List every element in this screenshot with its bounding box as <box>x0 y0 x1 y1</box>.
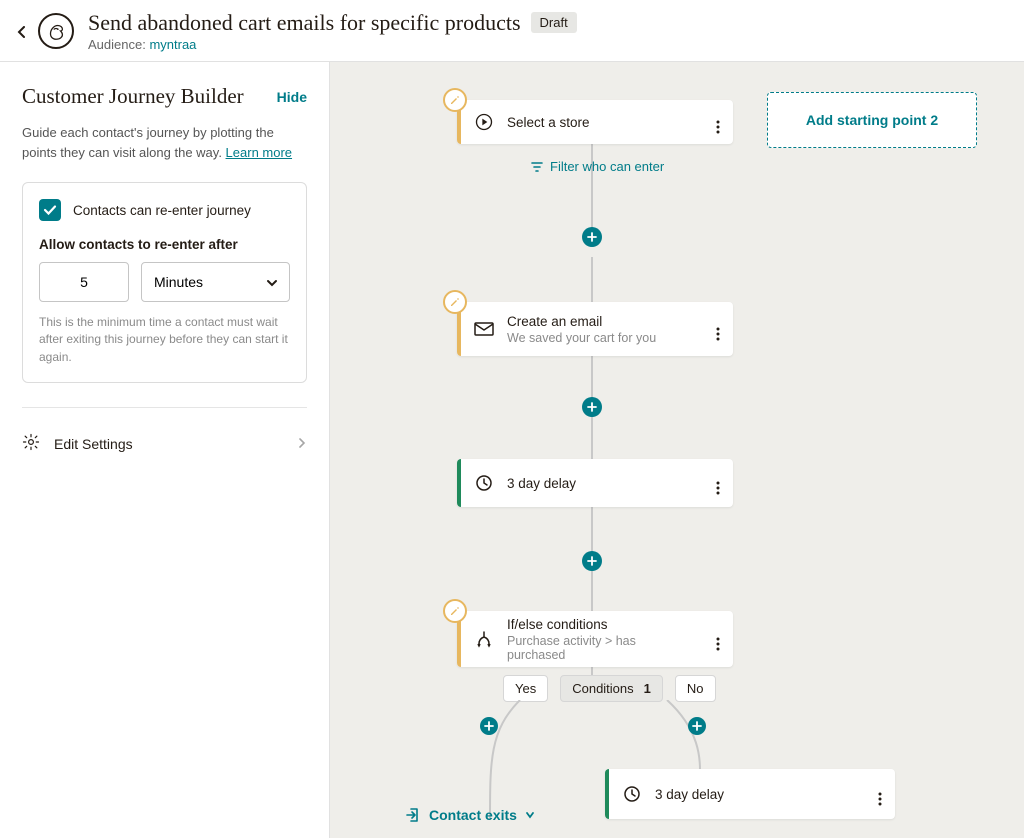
add-step-button[interactable] <box>480 717 498 735</box>
status-badge: Draft <box>531 12 577 33</box>
reenter-helper-text: This is the minimum time a contact must … <box>39 314 290 366</box>
divider <box>22 407 307 408</box>
exit-icon <box>405 807 421 823</box>
card-title: Select a store <box>507 115 695 130</box>
starting-point-card[interactable]: Select a store <box>457 100 733 144</box>
edit-badge-icon[interactable] <box>443 88 467 112</box>
clock-icon <box>609 785 655 803</box>
no-branch-button[interactable]: No <box>675 675 716 702</box>
card-menu-button[interactable] <box>703 317 733 341</box>
add-step-button[interactable] <box>582 551 602 571</box>
audience-label: Audience: <box>88 37 146 52</box>
card-title: Create an email <box>507 314 695 329</box>
card-menu-button[interactable] <box>703 110 733 134</box>
card-title: If/else conditions <box>507 617 695 632</box>
card-subtitle: Purchase activity > has purchased <box>507 634 695 662</box>
yes-branch-button[interactable]: Yes <box>503 675 548 702</box>
edit-settings-label: Edit Settings <box>54 436 133 452</box>
reenter-checkbox-label: Contacts can re-enter journey <box>73 203 251 218</box>
card-subtitle: We saved your cart for you <box>507 331 695 345</box>
split-icon <box>461 630 507 648</box>
add-step-button[interactable] <box>582 397 602 417</box>
ifelse-card[interactable]: If/else conditions Purchase activity > h… <box>457 611 733 667</box>
reenter-settings-box: Contacts can re-enter journey Allow cont… <box>22 182 307 383</box>
hide-sidebar-button[interactable]: Hide <box>277 89 307 105</box>
mailchimp-logo <box>38 13 74 49</box>
sidebar-title: Customer Journey Builder <box>22 84 244 109</box>
edit-badge-icon[interactable] <box>443 599 467 623</box>
sidebar: Customer Journey Builder Hide Guide each… <box>0 62 330 838</box>
filter-who-can-enter-link[interactable]: Filter who can enter <box>530 159 664 174</box>
audience-link[interactable]: myntraa <box>149 37 196 52</box>
edit-settings-row[interactable]: Edit Settings <box>22 424 307 464</box>
filter-icon <box>530 160 544 174</box>
delay-card[interactable]: 3 day delay <box>605 769 895 819</box>
learn-more-link[interactable]: Learn more <box>226 145 292 160</box>
conditions-button[interactable]: Conditions1 <box>560 675 663 702</box>
reenter-value-input[interactable] <box>39 262 129 302</box>
mail-icon <box>461 322 507 336</box>
page-title: Send abandoned cart emails for specific … <box>88 10 521 36</box>
clock-icon <box>461 474 507 492</box>
delay-card[interactable]: 3 day delay <box>457 459 733 507</box>
card-menu-button[interactable] <box>703 627 733 651</box>
card-title: 3 day delay <box>655 787 857 802</box>
add-starting-point-button[interactable]: Add starting point 2 <box>767 92 977 148</box>
gear-icon <box>22 433 40 456</box>
allow-after-label: Allow contacts to re-enter after <box>39 237 290 252</box>
reenter-checkbox[interactable] <box>39 199 61 221</box>
add-step-button[interactable] <box>582 227 602 247</box>
back-button[interactable] <box>16 25 28 37</box>
sidebar-description: Guide each contact's journey by plotting… <box>22 123 307 162</box>
reenter-unit-select[interactable]: Minutes <box>141 262 290 302</box>
contact-exits-button[interactable]: Contact exits <box>405 807 535 823</box>
card-title: 3 day delay <box>507 476 695 491</box>
card-menu-button[interactable] <box>703 471 733 495</box>
journey-canvas[interactable]: Select a store Add starting point 2 Filt… <box>330 62 1024 838</box>
play-icon <box>461 112 507 132</box>
email-card[interactable]: Create an email We saved your cart for y… <box>457 302 733 356</box>
card-menu-button[interactable] <box>865 782 895 806</box>
chevron-down-icon <box>525 810 535 820</box>
branch-controls: Yes Conditions1 No <box>503 675 716 702</box>
chevron-right-icon <box>297 435 307 453</box>
add-step-button[interactable] <box>688 717 706 735</box>
edit-badge-icon[interactable] <box>443 290 467 314</box>
